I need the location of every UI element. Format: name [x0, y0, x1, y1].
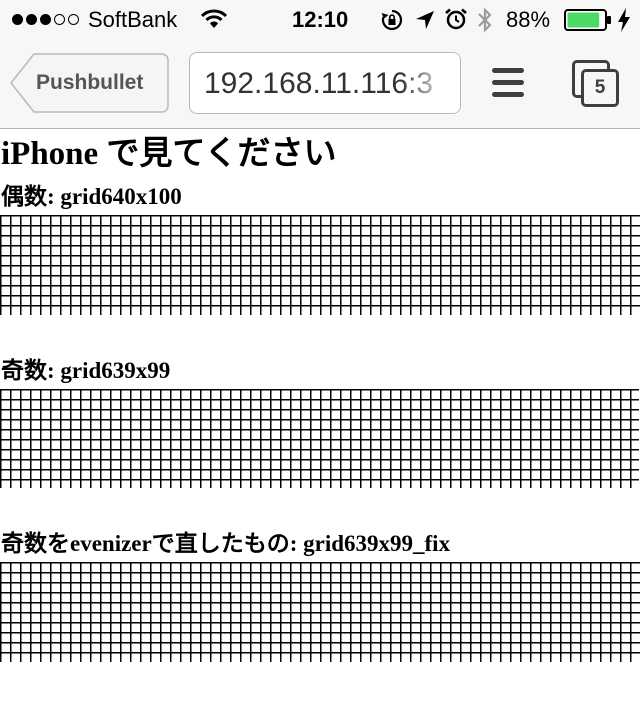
page-title: iPhone で見てください: [1, 136, 337, 172]
back-button[interactable]: Pushbullet: [10, 53, 169, 113]
status-bar: SoftBank 12:10 88%: [0, 0, 640, 40]
tabs-icon[interactable]: 5: [572, 60, 620, 108]
tab-count: 5: [581, 69, 619, 107]
address-bar[interactable]: 192.168.11.116:3: [189, 52, 461, 114]
battery-percentage: 88%: [506, 7, 551, 32]
location-arrow-icon: [416, 11, 434, 29]
charging-bolt-icon: [618, 8, 630, 32]
alarm-clock-icon: [445, 8, 467, 30]
wifi-icon: [201, 9, 227, 28]
bluetooth-icon: [478, 7, 492, 33]
grid-image-even: [0, 215, 640, 315]
url-fade: [400, 53, 460, 113]
grid-image-odd: [0, 389, 639, 488]
battery-icon: [564, 9, 611, 31]
browser-toolbar: Pushbullet 192.168.11.116:3 5: [0, 40, 640, 129]
section-heading-even: 偶数: grid640x100: [1, 184, 182, 209]
menu-icon[interactable]: [492, 68, 524, 98]
grid-image-fixed: [0, 562, 640, 662]
section-heading-odd: 奇数: grid639x99: [1, 358, 171, 383]
section-heading-fixed: 奇数をevenizerで直したもの: grid639x99_fix: [1, 531, 451, 556]
carrier-name: SoftBank: [88, 7, 178, 32]
clock: 12:10: [292, 7, 349, 32]
url-text: 192.168.11.116:3: [204, 67, 434, 100]
rotation-lock-icon: [381, 9, 403, 31]
back-button-label: Pushbullet: [36, 71, 144, 94]
